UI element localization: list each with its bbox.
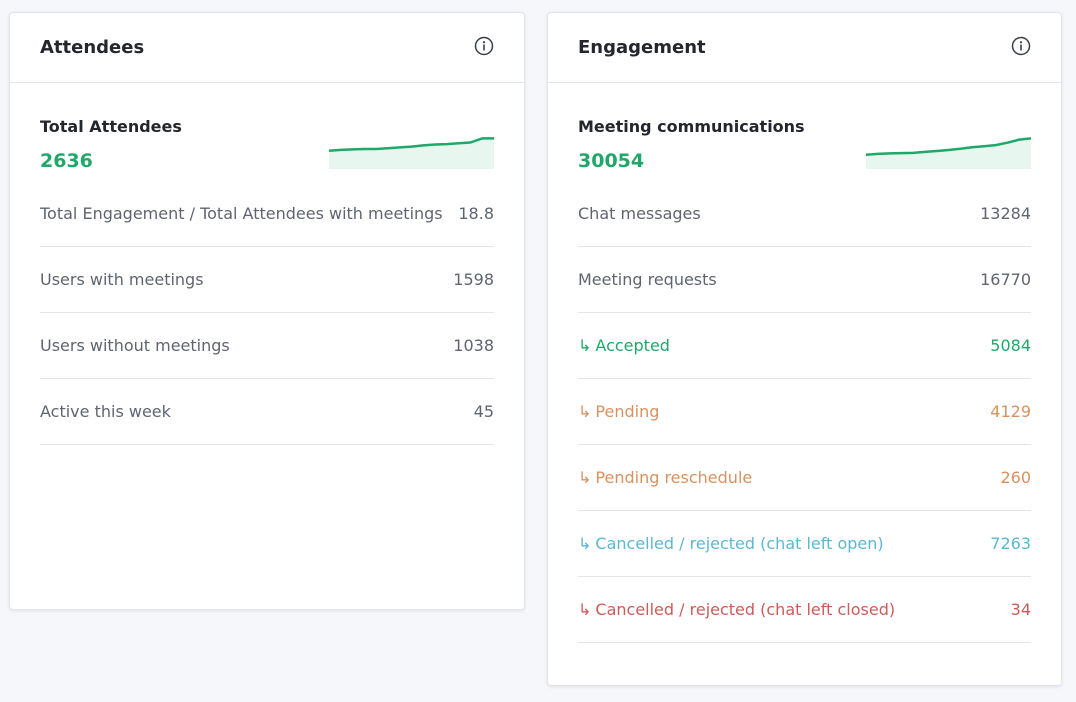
stat-row-value: 1038 xyxy=(453,335,494,355)
stat-row-value: 18.8 xyxy=(458,203,494,223)
info-icon[interactable] xyxy=(474,36,494,56)
stat-row: Users with meetings 1598 xyxy=(40,246,494,313)
stat-row-label: ↳ Accepted xyxy=(578,336,670,355)
summary-value: 30054 xyxy=(578,150,645,172)
summary-label: Total Attendees xyxy=(40,117,182,136)
stat-row: ↳ Pending reschedule 260 xyxy=(578,444,1031,511)
attendees-sparkline xyxy=(329,137,494,169)
stat-row-value: 16770 xyxy=(980,269,1031,289)
sub-arrow-icon: ↳ xyxy=(578,533,592,553)
stat-row-label-text: Accepted xyxy=(595,335,670,355)
stat-row-value: 5084 xyxy=(990,335,1031,355)
stat-row-label: Chat messages xyxy=(578,204,701,223)
sub-arrow-icon: ↳ xyxy=(578,599,592,619)
stat-row-label: Total Engagement / Total Attendees with … xyxy=(40,204,443,223)
stat-row-value: 45 xyxy=(473,401,494,421)
stat-row-value: 34 xyxy=(1010,599,1031,619)
stat-row-label-text: Active this week xyxy=(40,401,171,421)
stat-row-label: ↳ Pending reschedule xyxy=(578,468,752,487)
stat-row-label-text: Users without meetings xyxy=(40,335,230,355)
stat-row: Users without meetings 1038 xyxy=(40,312,494,379)
stat-row: ↳ Cancelled / rejected (chat left closed)… xyxy=(578,576,1031,643)
sub-arrow-icon: ↳ xyxy=(578,467,592,487)
stat-row: ↳ Accepted 5084 xyxy=(578,312,1031,379)
stat-row: ↳ Cancelled / rejected (chat left open) 72… xyxy=(578,510,1031,577)
engagement-card-header: Engagement xyxy=(548,13,1061,83)
attendees-card-header: Attendees xyxy=(10,13,524,83)
stat-row-label-text: Total Engagement / Total Attendees with … xyxy=(40,203,443,223)
stat-row-label: ↳ Pending xyxy=(578,402,659,421)
stat-row-label: Users without meetings xyxy=(40,336,230,355)
stat-row-value: 7263 xyxy=(990,533,1031,553)
stat-row-value: 4129 xyxy=(990,401,1031,421)
stat-row-label: Users with meetings xyxy=(40,270,204,289)
stat-row-label: ↳ Cancelled / rejected (chat left open) xyxy=(578,534,884,553)
stat-row-label: ↳ Cancelled / rejected (chat left closed) xyxy=(578,600,895,619)
attendees-card-title: Attendees xyxy=(40,37,145,58)
info-icon[interactable] xyxy=(1011,36,1031,56)
engagement-card-body: Meeting communications 30054 Chat messag… xyxy=(548,83,1061,643)
stat-row-label-text: Cancelled / rejected (chat left closed) xyxy=(595,599,896,619)
stat-row-value: 13284 xyxy=(980,203,1031,223)
summary-value: 2636 xyxy=(40,150,93,172)
stat-row-label: Meeting requests xyxy=(578,270,717,289)
engagement-sparkline xyxy=(866,137,1031,169)
stat-row: Active this week 45 xyxy=(40,378,494,445)
engagement-card-title: Engagement xyxy=(578,37,706,58)
stat-row-label-text: Pending reschedule xyxy=(595,467,753,487)
stat-row-label-text: Pending xyxy=(595,401,660,421)
stat-row-label-text: Chat messages xyxy=(578,203,701,223)
engagement-summary: Meeting communications 30054 xyxy=(578,83,1031,195)
engagement-card: Engagement Meeting communications 30054 … xyxy=(547,12,1062,686)
engagement-stat-list: Chat messages 13284 Meeting requests 16770 ↳… xyxy=(578,180,1031,643)
summary-label: Meeting communications xyxy=(578,117,805,136)
attendees-summary: Total Attendees 2636 xyxy=(40,83,494,195)
attendees-card: Attendees Total Attendees 2636 Total Eng… xyxy=(9,12,525,610)
stat-row-label-text: Meeting requests xyxy=(578,269,717,289)
stat-row: Meeting requests 16770 xyxy=(578,246,1031,313)
stat-row-label: Active this week xyxy=(40,402,171,421)
sub-arrow-icon: ↳ xyxy=(578,401,592,421)
attendees-stat-list: Total Engagement / Total Attendees with … xyxy=(40,180,494,445)
stat-row-label-text: Users with meetings xyxy=(40,269,204,289)
stat-row-value: 260 xyxy=(1000,467,1031,487)
stat-row: ↳ Pending 4129 xyxy=(578,378,1031,445)
sub-arrow-icon: ↳ xyxy=(578,335,592,355)
stat-row-label-text: Cancelled / rejected (chat left open) xyxy=(595,533,884,553)
stat-row-value: 1598 xyxy=(453,269,494,289)
attendees-card-body: Total Attendees 2636 Total Engagement / … xyxy=(10,83,524,445)
